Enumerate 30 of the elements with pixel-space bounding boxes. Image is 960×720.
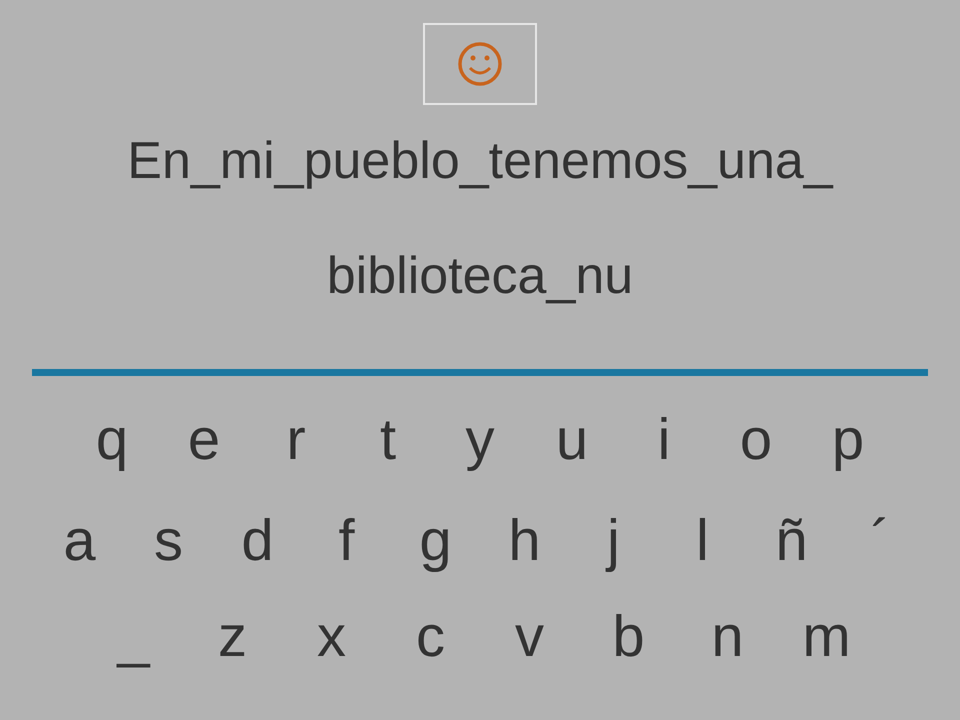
key-button[interactable]: q bbox=[66, 404, 158, 476]
smiley-icon bbox=[457, 41, 503, 87]
prompt-text: biblioteca_nu bbox=[326, 246, 634, 306]
key-button[interactable]: f bbox=[302, 505, 391, 577]
key-button[interactable]: j bbox=[569, 505, 658, 577]
key-button[interactable]: u bbox=[526, 404, 618, 476]
key-button[interactable]: b bbox=[579, 601, 678, 673]
key-button[interactable]: c bbox=[381, 601, 480, 673]
key-button[interactable]: l bbox=[658, 505, 747, 577]
key-button[interactable]: e bbox=[158, 404, 250, 476]
key-button[interactable]: g bbox=[391, 505, 480, 577]
key-button[interactable]: ñ bbox=[747, 505, 836, 577]
key-button[interactable]: t bbox=[342, 404, 434, 476]
key-button[interactable]: h bbox=[480, 505, 569, 577]
key-button[interactable]: i bbox=[618, 404, 710, 476]
key-button[interactable]: s bbox=[124, 505, 213, 577]
key-button[interactable]: _ bbox=[84, 601, 183, 673]
key-button[interactable]: m bbox=[777, 601, 876, 673]
key-button[interactable]: r bbox=[250, 404, 342, 476]
prompt-text: En_mi_pueblo_tenemos_una_ bbox=[127, 131, 833, 191]
key-button[interactable]: x bbox=[282, 601, 381, 673]
key-button[interactable]: z bbox=[183, 601, 282, 673]
key-button[interactable]: d bbox=[213, 505, 302, 577]
key-button[interactable]: a bbox=[35, 505, 124, 577]
key-button[interactable]: y bbox=[434, 404, 526, 476]
key-button[interactable]: ´ bbox=[836, 505, 925, 577]
key-button[interactable]: n bbox=[678, 601, 777, 673]
key-button[interactable]: p bbox=[802, 404, 894, 476]
key-button[interactable]: v bbox=[480, 601, 579, 673]
key-button[interactable]: o bbox=[710, 404, 802, 476]
